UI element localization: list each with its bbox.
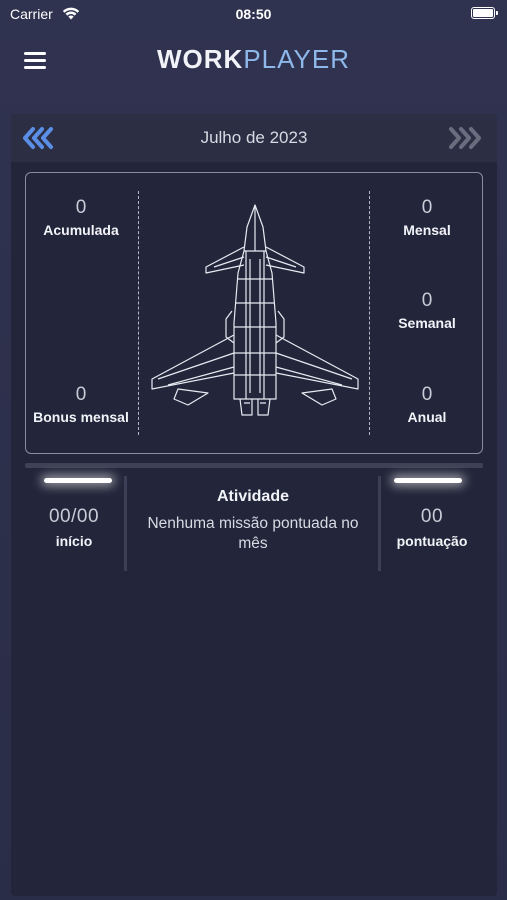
logo-work: WORK	[156, 44, 244, 74]
pontuacao-stat: 00 pontuação	[382, 506, 482, 549]
main-panel: Julho de 2023 0 Acumulada 0 Bonus mensal…	[11, 114, 497, 896]
logo-player: PLAYER	[243, 44, 350, 74]
section-divider	[25, 463, 483, 468]
app-logo: WORKPLAYER	[0, 44, 507, 75]
month-title: Julho de 2023	[200, 128, 308, 147]
activity-empty-message: Nenhuma missão pontuada no mês	[147, 515, 359, 552]
divider-right	[369, 191, 370, 435]
stat-mensal-label: Mensal	[403, 222, 451, 238]
stat-acumulada: 0 Acumulada	[26, 197, 136, 238]
stat-bonus-mensal: 0 Bonus mensal	[26, 384, 136, 425]
stat-acumulada-value: 0	[75, 197, 87, 218]
inicio-value: 00/00	[48, 506, 100, 527]
month-navigator: Julho de 2023	[11, 114, 497, 162]
activity-title: Atividade	[216, 488, 289, 505]
stat-bonus-mensal-label: Bonus mensal	[33, 409, 129, 425]
divider-left	[138, 191, 139, 435]
stat-anual-value: 0	[421, 384, 433, 405]
next-month-icon[interactable]	[447, 126, 487, 150]
stat-mensal: 0 Mensal	[372, 197, 482, 238]
inicio-label: início	[55, 533, 93, 549]
stat-semanal-label: Semanal	[398, 315, 456, 331]
spaceship-icon	[151, 204, 359, 416]
status-bar: Carrier 08:50	[0, 0, 507, 30]
inicio-glow-indicator	[44, 478, 112, 483]
battery-icon	[471, 7, 498, 19]
status-time: 08:50	[235, 6, 272, 22]
activity-right-bar	[378, 476, 381, 571]
stat-acumulada-label: Acumulada	[43, 222, 119, 238]
pontuacao-glow-indicator	[394, 478, 462, 483]
activity-section: Atividade Nenhuma missão pontuada no mês	[133, 488, 373, 554]
stat-bonus-mensal-value: 0	[75, 384, 87, 405]
inicio-stat: 00/00 início	[24, 506, 124, 549]
stat-semanal: 0 Semanal	[372, 290, 482, 331]
stat-anual: 0 Anual	[372, 384, 482, 425]
stat-mensal-value: 0	[421, 197, 433, 218]
stat-semanal-value: 0	[421, 290, 433, 311]
activity-left-bar	[124, 476, 127, 571]
points-summary-box: 0 Acumulada 0 Bonus mensal 0 Mensal 0 Se…	[25, 172, 483, 454]
pontuacao-label: pontuação	[396, 533, 468, 549]
pontuacao-value: 00	[420, 506, 444, 527]
stat-anual-label: Anual	[407, 409, 447, 425]
